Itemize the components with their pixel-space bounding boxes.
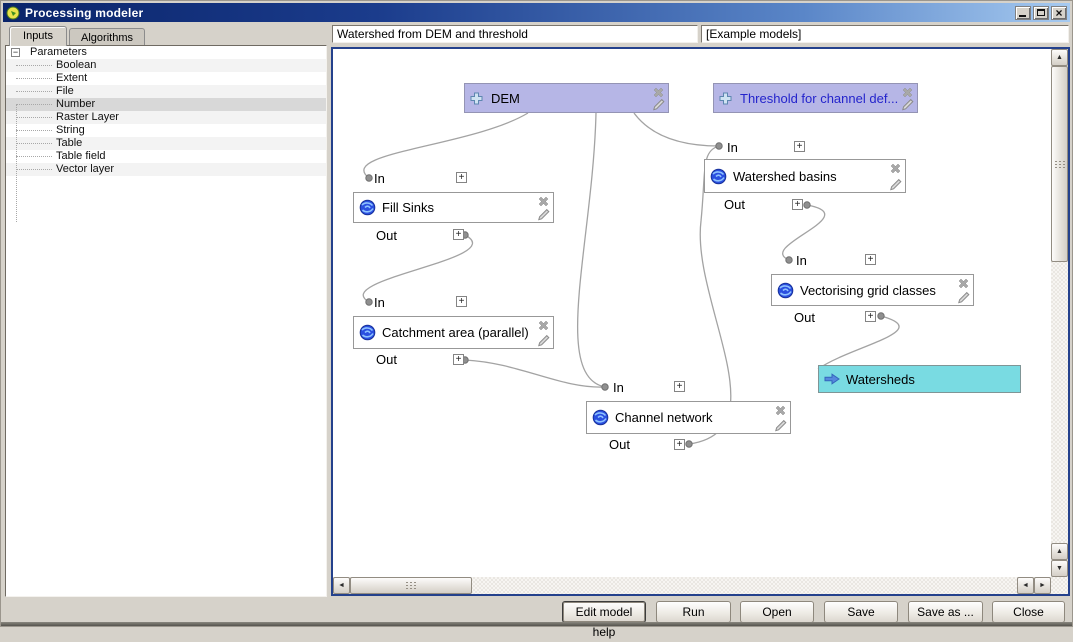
edit-node-icon[interactable]: [652, 98, 665, 111]
node-vectorising-grid-classes[interactable]: Vectorising grid classes: [771, 274, 974, 306]
saga-algorithm-icon: [592, 409, 609, 426]
expand-port-icon[interactable]: +: [674, 439, 685, 450]
expand-port-icon[interactable]: +: [794, 141, 805, 152]
tree-item-boolean[interactable]: Boolean: [6, 59, 326, 72]
port-in-label: In: [374, 295, 385, 310]
port-in-label: In: [374, 171, 385, 186]
node-watershed-basins[interactable]: Watershed basins: [704, 159, 906, 193]
port-in-label: In: [727, 140, 738, 155]
node-label: Watershed basins: [733, 169, 837, 184]
node-label: Vectorising grid classes: [800, 283, 936, 298]
node-label: Catchment area (parallel): [382, 325, 529, 340]
port-in-label: In: [613, 380, 624, 395]
tree-item-parameters[interactable]: − Parameters: [6, 46, 326, 59]
processing-modeler-window: Processing modeler × Inputs Algorithms −…: [0, 0, 1073, 627]
expand-port-icon[interactable]: +: [792, 199, 803, 210]
node-label: Fill Sinks: [382, 200, 434, 215]
output-arrow-icon: [824, 373, 840, 385]
tree-item-raster-layer[interactable]: Raster Layer: [6, 111, 326, 124]
inputs-tree-pane: − Parameters Boolean Extent File Number …: [5, 45, 327, 597]
wire-dem-channelnetwork: [578, 113, 605, 387]
port-out-label: Out: [724, 197, 745, 212]
save-button[interactable]: Save: [824, 601, 898, 623]
expand-port-icon[interactable]: +: [865, 311, 876, 322]
minimize-icon: [1019, 15, 1026, 17]
model-canvas: DEM Threshold for channel def... In + Fi…: [331, 47, 1070, 596]
expand-port-icon[interactable]: +: [453, 229, 464, 240]
wire-watershedbasins-vectorising: [783, 205, 825, 260]
edit-node-icon[interactable]: [957, 291, 970, 304]
tree-item-number[interactable]: Number: [6, 98, 326, 111]
maximize-button[interactable]: [1033, 6, 1049, 20]
node-threshold[interactable]: Threshold for channel def...: [713, 83, 918, 113]
expand-port-icon[interactable]: +: [453, 354, 464, 365]
window-bottom-edge: [1, 622, 1072, 626]
port-out-label: Out: [376, 228, 397, 243]
saga-algorithm-icon: [710, 168, 727, 185]
delete-node-icon[interactable]: [537, 195, 550, 208]
close-button[interactable]: ×: [1051, 6, 1067, 20]
maximize-icon: [1037, 9, 1045, 16]
add-input-icon: [470, 92, 483, 105]
tree-item-file[interactable]: File: [6, 85, 326, 98]
wire-fillsinks-catchment: [363, 235, 472, 302]
close-dialog-button[interactable]: Close: [992, 601, 1065, 623]
tree-item-vector-layer[interactable]: Vector layer: [6, 163, 326, 176]
edit-node-icon[interactable]: [774, 419, 787, 432]
qgis-logo-icon: [6, 6, 20, 20]
node-label: Watersheds: [846, 372, 915, 387]
model-group-input[interactable]: [701, 25, 1069, 43]
expand-port-icon[interactable]: +: [674, 381, 685, 392]
save-as-button[interactable]: Save as ...: [908, 601, 983, 623]
node-label: Channel network: [615, 410, 713, 425]
port-in-label: In: [796, 253, 807, 268]
wire-catchment-channelnetwork: [465, 360, 605, 387]
node-dem[interactable]: DEM: [464, 83, 669, 113]
run-button[interactable]: Run: [656, 601, 731, 623]
node-label: Threshold for channel def...: [740, 91, 898, 106]
wire-dem-watershedbasins: [634, 113, 719, 146]
node-fill-sinks[interactable]: Fill Sinks: [353, 192, 554, 223]
window-title: Processing modeler: [25, 6, 143, 20]
node-channel-network[interactable]: Channel network: [586, 401, 791, 434]
title-bar[interactable]: Processing modeler ×: [3, 3, 1070, 22]
edit-node-icon[interactable]: [889, 178, 902, 191]
port-out-label: Out: [609, 437, 630, 452]
saga-algorithm-icon: [359, 199, 376, 216]
add-input-icon: [719, 92, 732, 105]
node-catchment-area[interactable]: Catchment area (parallel): [353, 316, 554, 349]
edit-node-icon[interactable]: [537, 334, 550, 347]
expand-port-icon[interactable]: +: [456, 172, 467, 183]
edit-node-icon[interactable]: [537, 208, 550, 221]
expand-port-icon[interactable]: +: [865, 254, 876, 265]
tree-item-string[interactable]: String: [6, 124, 326, 137]
node-watersheds-output[interactable]: Watersheds: [818, 365, 1021, 393]
port-out-label: Out: [794, 310, 815, 325]
delete-node-icon[interactable]: [537, 319, 550, 332]
saga-algorithm-icon: [359, 324, 376, 341]
delete-node-icon[interactable]: [774, 404, 787, 417]
tree-item-extent[interactable]: Extent: [6, 72, 326, 85]
port-out-label: Out: [376, 352, 397, 367]
minimize-button[interactable]: [1015, 6, 1031, 20]
tab-algorithms[interactable]: Algorithms: [69, 28, 145, 46]
close-icon: ×: [1055, 8, 1062, 18]
node-label: DEM: [491, 91, 520, 106]
tree-item-table[interactable]: Table: [6, 137, 326, 150]
saga-algorithm-icon: [777, 282, 794, 299]
model-name-input[interactable]: [332, 25, 698, 43]
wire-dem-fillsinks: [364, 113, 528, 178]
delete-node-icon[interactable]: [957, 277, 970, 290]
expand-port-icon[interactable]: +: [456, 296, 467, 307]
edit-model-help-button[interactable]: Edit model help: [562, 601, 646, 623]
collapse-icon[interactable]: −: [11, 48, 20, 57]
wire-vectorising-watersheds: [818, 316, 899, 369]
edit-node-icon[interactable]: [901, 98, 914, 111]
open-button[interactable]: Open: [740, 601, 814, 623]
tab-inputs[interactable]: Inputs: [9, 26, 67, 46]
delete-node-icon[interactable]: [889, 162, 902, 175]
tree-item-table-field[interactable]: Table field: [6, 150, 326, 163]
